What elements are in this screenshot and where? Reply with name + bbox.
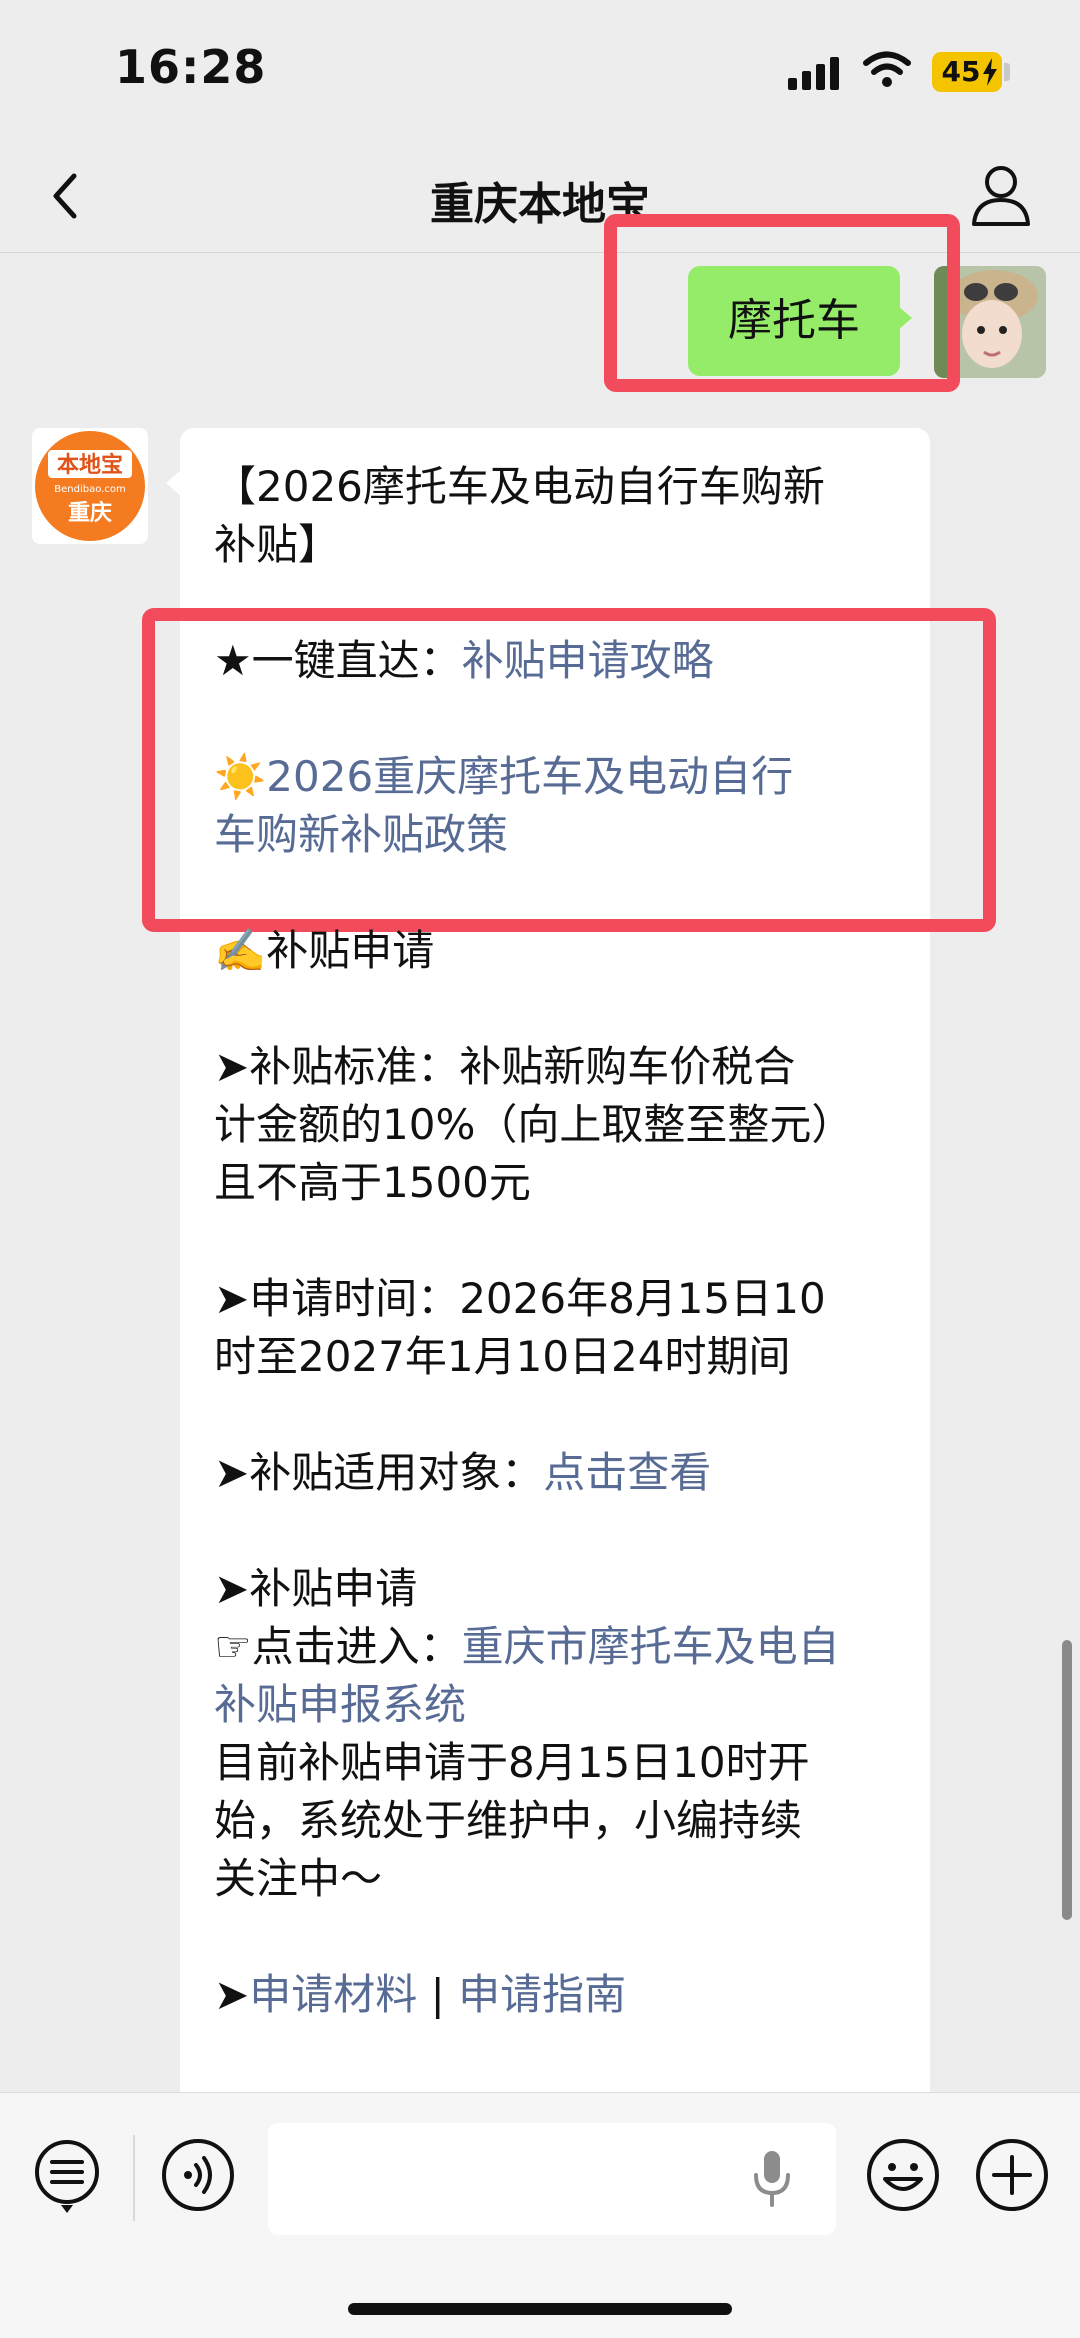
eligible-target-line: ➤补贴适用对象：点击查看 (214, 1444, 711, 1502)
subsidy-standard-line: 计金额的10%（向上取整至整元） (214, 1100, 854, 1149)
svg-text:本地宝: 本地宝 (57, 452, 123, 478)
subsidy-standard-line: 且不高于1500元 (214, 1158, 531, 1207)
plus-icon (976, 2139, 1048, 2211)
input-bar-divider (133, 2135, 135, 2221)
profile-button[interactable] (970, 162, 1032, 228)
voice-button[interactable] (160, 2137, 236, 2213)
home-indicator (348, 2303, 732, 2315)
bendibao-logo: 本地宝 Bendibao.com 重庆 (35, 431, 145, 541)
message-title-line: 【2026摩托车及电动自行车购新 (214, 462, 825, 511)
plus-button[interactable] (974, 2137, 1050, 2213)
notice-line: 目前补贴申请于8月15日10时开 (214, 1738, 810, 1787)
voice-icon (162, 2139, 234, 2211)
bot-bubble-tail (166, 470, 181, 496)
view-eligible-link[interactable]: 点击查看 (543, 1448, 711, 1497)
system-entry-line: ☞点击进入：重庆市摩托车及电自 (214, 1618, 840, 1676)
svg-text:Bendibao.com: Bendibao.com (54, 484, 125, 495)
apply-section-header: ✍️补贴申请 (214, 926, 435, 975)
emoji-button[interactable] (865, 2137, 941, 2213)
microphone-icon[interactable] (750, 2149, 794, 2209)
notice-line: 关注中～ (214, 1854, 383, 1903)
apply-time-line: 时至2027年1月10日24时期间 (214, 1332, 791, 1381)
guide-link[interactable]: 申请指南 (458, 1970, 626, 2019)
materials-guide-line: ➤申请材料 | 申请指南 (214, 1966, 626, 2024)
status-time: 16:28 (115, 40, 267, 94)
highlight-box-links (142, 608, 996, 932)
scrollbar-thumb[interactable] (1062, 1640, 1072, 1920)
battery-indicator: 45 (932, 52, 1002, 92)
message-title-line: 补贴】 (214, 520, 341, 569)
materials-link[interactable]: 申请材料 (249, 1970, 417, 2019)
chevron-left-icon (53, 173, 77, 219)
system-entry-line: 补贴申报系统 (214, 1676, 466, 1734)
notice-line: 始，系统处于维护中，小编持续 (214, 1796, 803, 1845)
apply-time-line: ➤申请时间：2026年8月15日10 (214, 1274, 826, 1323)
message-input[interactable] (268, 2123, 836, 2235)
bot-avatar[interactable]: 本地宝 Bendibao.com 重庆 (32, 428, 148, 544)
status-bar: 16:28 45 (0, 0, 1080, 140)
cellular-signal-icon (788, 57, 839, 90)
charging-bolt-icon (983, 58, 997, 86)
emoji-icon (867, 2139, 939, 2211)
battery-nub (1004, 63, 1010, 81)
subsidy-standard-line: ➤补贴标准：补贴新购车价税合 (214, 1042, 796, 1091)
link-separator: | (417, 1970, 459, 2019)
wifi-icon (863, 51, 911, 87)
menu-button[interactable] (32, 2137, 102, 2217)
subsidy-system-link[interactable]: 重庆市摩托车及电自 (462, 1622, 840, 1671)
apply-subheader: ➤补贴申请 (214, 1564, 418, 1613)
input-bar (0, 2092, 1080, 2338)
back-button[interactable] (38, 164, 98, 228)
svg-text:重庆: 重庆 (68, 500, 112, 526)
system-entry-label: ☞点击进入： (214, 1622, 462, 1671)
person-icon (972, 166, 1030, 226)
subsidy-system-link[interactable]: 补贴申报系统 (214, 1680, 466, 1729)
highlight-box-user-message (604, 214, 960, 392)
list-menu-icon (35, 2140, 99, 2213)
eligible-target-label: ➤补贴适用对象： (214, 1448, 544, 1497)
arrow-bullet: ➤ (214, 1970, 250, 2019)
